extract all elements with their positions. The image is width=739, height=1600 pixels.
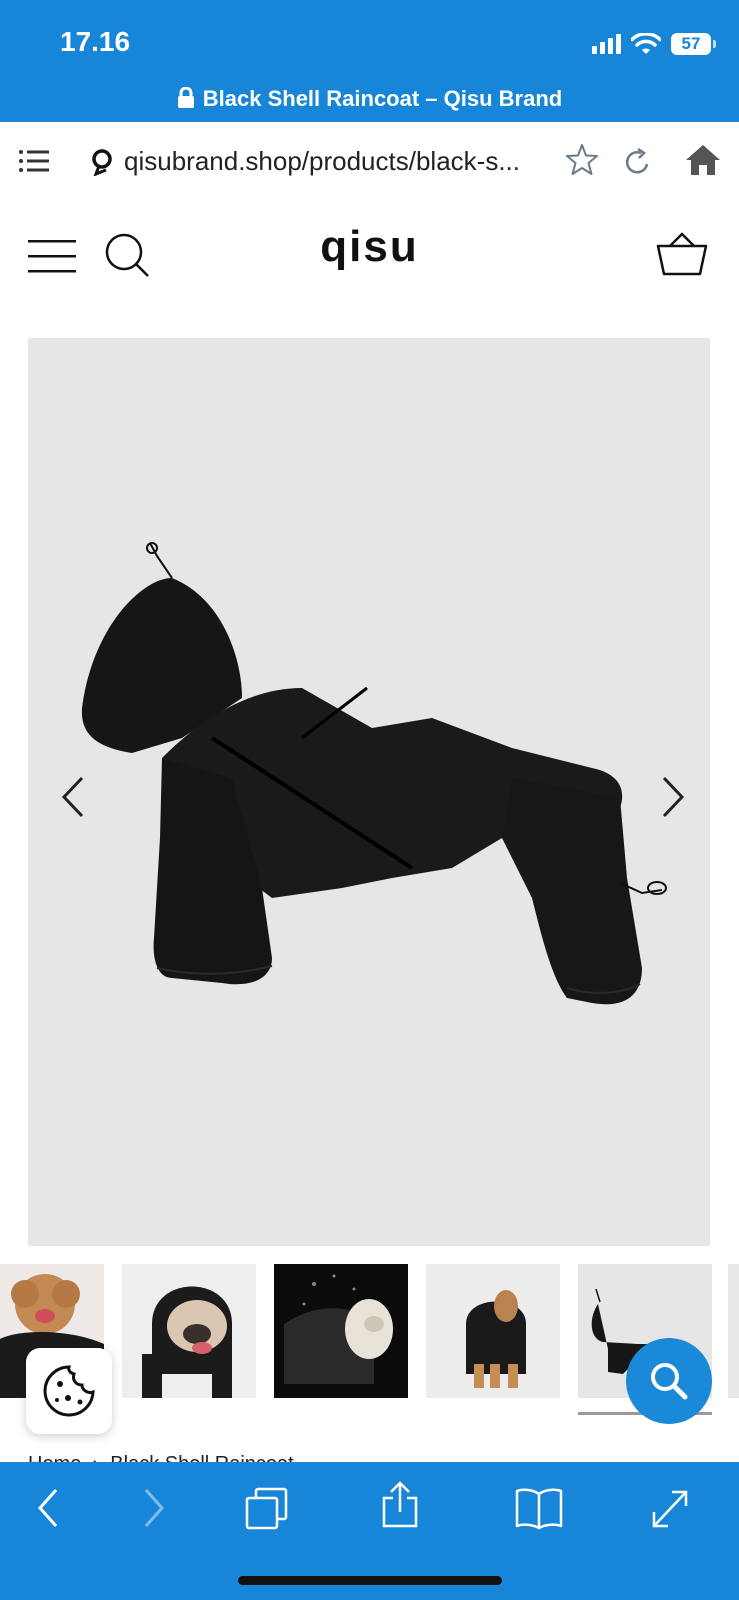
breadcrumb-home[interactable]: Home — [28, 1453, 81, 1462]
tabs-icon[interactable] — [244, 1486, 290, 1532]
search-icon — [651, 1363, 688, 1400]
status-icons: 57 — [592, 30, 716, 58]
page-title: Black Shell Raincoat – Qisu Brand — [0, 86, 739, 112]
bookmarks-icon[interactable] — [514, 1486, 564, 1530]
thumbnail-2[interactable] — [122, 1264, 256, 1398]
cookie-settings-button[interactable] — [26, 1348, 112, 1434]
url-bar: qisubrand.shop/products/black-s... — [0, 122, 739, 201]
url-field[interactable]: qisubrand.shop/products/black-s... — [124, 146, 520, 177]
bookmark-star-icon[interactable] — [564, 142, 600, 178]
back-icon[interactable] — [34, 1486, 62, 1530]
battery-icon: 57 — [671, 33, 716, 55]
next-image-button[interactable] — [658, 774, 688, 820]
status-time: 17.16 — [60, 26, 131, 57]
page-title-text: Black Shell Raincoat – Qisu Brand — [202, 86, 563, 111]
home-icon[interactable] — [684, 142, 722, 178]
cookie-icon — [43, 1365, 95, 1417]
home-indicator — [238, 1576, 502, 1585]
share-icon[interactable] — [380, 1480, 420, 1530]
thumbnail-6-peek[interactable] — [728, 1264, 739, 1398]
status-bar: 17.16 57 Black Shell Raincoat – Qisu Bra… — [0, 0, 739, 122]
tabs-menu-icon[interactable] — [18, 146, 50, 176]
product-image-gallery[interactable] — [28, 338, 710, 1246]
reload-icon[interactable] — [622, 144, 654, 178]
basket-icon[interactable] — [656, 232, 708, 276]
thumbnail-4[interactable] — [426, 1264, 560, 1398]
shop-header: qisu — [0, 200, 739, 310]
breadcrumb: Home › Black Shell Raincoat — [28, 1450, 294, 1462]
breadcrumb-separator: › — [92, 1453, 99, 1462]
search-engine-icon — [92, 149, 112, 176]
fullscreen-icon[interactable] — [650, 1486, 690, 1530]
forward-icon[interactable] — [140, 1486, 168, 1530]
breadcrumb-current: Black Shell Raincoat — [110, 1453, 293, 1462]
lock-icon — [177, 87, 194, 108]
shop-logo[interactable]: qisu — [0, 222, 739, 272]
floating-search-button[interactable] — [626, 1338, 712, 1424]
wifi-icon — [631, 33, 661, 54]
thumbnail-3[interactable] — [274, 1264, 408, 1398]
signal-icon — [592, 34, 621, 54]
product-image — [81, 542, 667, 1005]
